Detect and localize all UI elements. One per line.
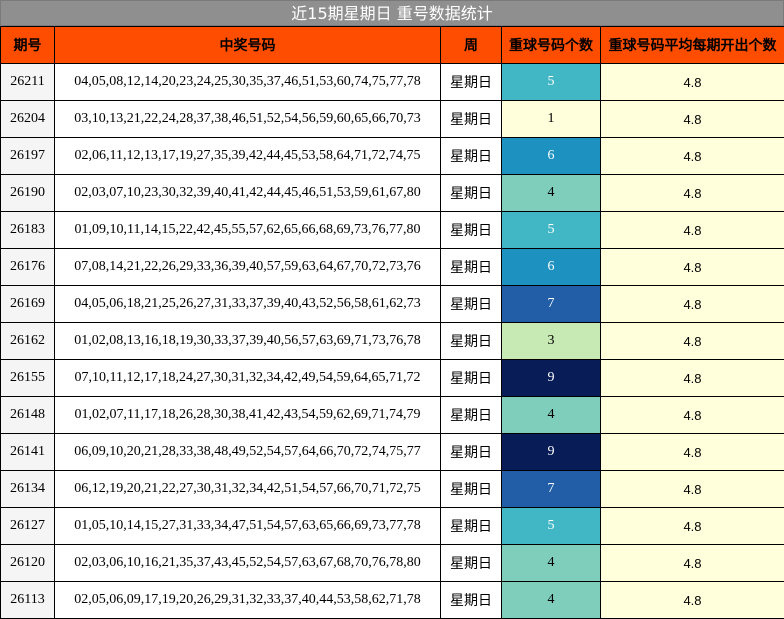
repeat-count-cell: 5	[502, 508, 601, 545]
period-cell: 26183	[1, 212, 55, 249]
weekday-cell: 星期日	[441, 471, 502, 508]
table-row: 2619002,03,07,10,23,30,32,39,40,41,42,44…	[1, 175, 784, 212]
table-row: 2616201,02,08,13,16,18,19,30,33,37,39,40…	[1, 323, 784, 360]
header-week: 周	[441, 27, 502, 64]
period-cell: 26141	[1, 434, 55, 471]
winning-numbers-cell: 01,02,08,13,16,18,19,30,33,37,39,40,56,5…	[55, 323, 441, 360]
weekday-cell: 星期日	[441, 138, 502, 175]
average-cell: 4.8	[601, 249, 784, 286]
table-row: 2621104,05,08,12,14,20,23,24,25,30,35,37…	[1, 64, 784, 101]
weekday-cell: 星期日	[441, 286, 502, 323]
average-cell: 4.8	[601, 212, 784, 249]
repeat-count-cell: 9	[502, 434, 601, 471]
table-row: 2616904,05,06,18,21,25,26,27,31,33,37,39…	[1, 286, 784, 323]
weekday-cell: 星期日	[441, 249, 502, 286]
repeat-count-cell: 1	[502, 101, 601, 138]
repeat-count-cell: 7	[502, 286, 601, 323]
period-cell: 26134	[1, 471, 55, 508]
period-cell: 26204	[1, 101, 55, 138]
table-row: 2614801,02,07,11,17,18,26,28,30,38,41,42…	[1, 397, 784, 434]
average-cell: 4.8	[601, 545, 784, 582]
repeat-count-cell: 3	[502, 323, 601, 360]
weekday-cell: 星期日	[441, 508, 502, 545]
table-row: 2612002,03,06,10,16,21,35,37,43,45,52,54…	[1, 545, 784, 582]
winning-numbers-cell: 01,02,07,11,17,18,26,28,30,38,41,42,43,5…	[55, 397, 441, 434]
weekday-cell: 星期日	[441, 360, 502, 397]
weekday-cell: 星期日	[441, 323, 502, 360]
average-cell: 4.8	[601, 397, 784, 434]
header-repeat-count: 重球号码个数	[502, 27, 601, 64]
period-cell: 26162	[1, 323, 55, 360]
header-period: 期号	[1, 27, 55, 64]
table-row: 2611302,05,06,09,17,19,20,26,29,31,32,33…	[1, 582, 784, 619]
repeat-count-cell: 7	[502, 471, 601, 508]
table-row: 2617607,08,14,21,22,26,29,33,36,39,40,57…	[1, 249, 784, 286]
winning-numbers-cell: 04,05,08,12,14,20,23,24,25,30,35,37,46,5…	[55, 64, 441, 101]
period-cell: 26176	[1, 249, 55, 286]
repeat-count-cell: 6	[502, 249, 601, 286]
winning-numbers-cell: 02,05,06,09,17,19,20,26,29,31,32,33,37,4…	[55, 582, 441, 619]
header-average: 重球号码平均每期开出个数	[601, 27, 784, 64]
weekday-cell: 星期日	[441, 212, 502, 249]
repeat-count-cell: 5	[502, 64, 601, 101]
header-numbers: 中奖号码	[55, 27, 441, 64]
table-row: 2620403,10,13,21,22,24,28,37,38,46,51,52…	[1, 101, 784, 138]
weekday-cell: 星期日	[441, 397, 502, 434]
repeat-count-cell: 4	[502, 397, 601, 434]
winning-numbers-cell: 02,03,06,10,16,21,35,37,43,45,52,54,57,6…	[55, 545, 441, 582]
weekday-cell: 星期日	[441, 101, 502, 138]
average-cell: 4.8	[601, 323, 784, 360]
average-cell: 4.8	[601, 286, 784, 323]
winning-numbers-cell: 02,06,11,12,13,17,19,27,35,39,42,44,45,5…	[55, 138, 441, 175]
weekday-cell: 星期日	[441, 582, 502, 619]
winning-numbers-cell: 07,08,14,21,22,26,29,33,36,39,40,57,59,6…	[55, 249, 441, 286]
period-cell: 26155	[1, 360, 55, 397]
repeat-count-cell: 4	[502, 545, 601, 582]
table-body: 2621104,05,08,12,14,20,23,24,25,30,35,37…	[1, 64, 784, 619]
period-cell: 26113	[1, 582, 55, 619]
repeat-count-cell: 4	[502, 175, 601, 212]
average-cell: 4.8	[601, 471, 784, 508]
repeat-count-cell: 5	[502, 212, 601, 249]
weekday-cell: 星期日	[441, 434, 502, 471]
weekday-cell: 星期日	[441, 545, 502, 582]
average-cell: 4.8	[601, 508, 784, 545]
period-cell: 26197	[1, 138, 55, 175]
winning-numbers-cell: 06,09,10,20,21,28,33,38,48,49,52,54,57,6…	[55, 434, 441, 471]
period-cell: 26127	[1, 508, 55, 545]
table-row: 2619702,06,11,12,13,17,19,27,35,39,42,44…	[1, 138, 784, 175]
average-cell: 4.8	[601, 138, 784, 175]
average-cell: 4.8	[601, 175, 784, 212]
winning-numbers-cell: 06,12,19,20,21,22,27,30,31,32,34,42,51,5…	[55, 471, 441, 508]
header-row: 期号 中奖号码 周 重球号码个数 重球号码平均每期开出个数	[1, 27, 784, 64]
winning-numbers-cell: 01,09,10,11,14,15,22,42,45,55,57,62,65,6…	[55, 212, 441, 249]
period-cell: 26120	[1, 545, 55, 582]
table-row: 2615507,10,11,12,17,18,24,27,30,31,32,34…	[1, 360, 784, 397]
average-cell: 4.8	[601, 360, 784, 397]
winning-numbers-cell: 07,10,11,12,17,18,24,27,30,31,32,34,42,4…	[55, 360, 441, 397]
winning-numbers-cell: 03,10,13,21,22,24,28,37,38,46,51,52,54,5…	[55, 101, 441, 138]
average-cell: 4.8	[601, 101, 784, 138]
winning-numbers-cell: 02,03,07,10,23,30,32,39,40,41,42,44,45,4…	[55, 175, 441, 212]
average-cell: 4.8	[601, 434, 784, 471]
winning-numbers-cell: 01,05,10,14,15,27,31,33,34,47,51,54,57,6…	[55, 508, 441, 545]
repeat-count-cell: 9	[502, 360, 601, 397]
period-cell: 26190	[1, 175, 55, 212]
period-cell: 26169	[1, 286, 55, 323]
repeat-count-cell: 6	[502, 138, 601, 175]
period-cell: 26211	[1, 64, 55, 101]
table-row: 2618301,09,10,11,14,15,22,42,45,55,57,62…	[1, 212, 784, 249]
period-cell: 26148	[1, 397, 55, 434]
table-row: 2613406,12,19,20,21,22,27,30,31,32,34,42…	[1, 471, 784, 508]
repeat-number-table: 期号 中奖号码 周 重球号码个数 重球号码平均每期开出个数 2621104,05…	[0, 26, 784, 619]
table-title: 近15期星期日 重号数据统计	[0, 0, 784, 26]
winning-numbers-cell: 04,05,06,18,21,25,26,27,31,33,37,39,40,4…	[55, 286, 441, 323]
table-row: 2612701,05,10,14,15,27,31,33,34,47,51,54…	[1, 508, 784, 545]
weekday-cell: 星期日	[441, 64, 502, 101]
average-cell: 4.8	[601, 64, 784, 101]
table-row: 2614106,09,10,20,21,28,33,38,48,49,52,54…	[1, 434, 784, 471]
average-cell: 4.8	[601, 582, 784, 619]
weekday-cell: 星期日	[441, 175, 502, 212]
repeat-count-cell: 4	[502, 582, 601, 619]
